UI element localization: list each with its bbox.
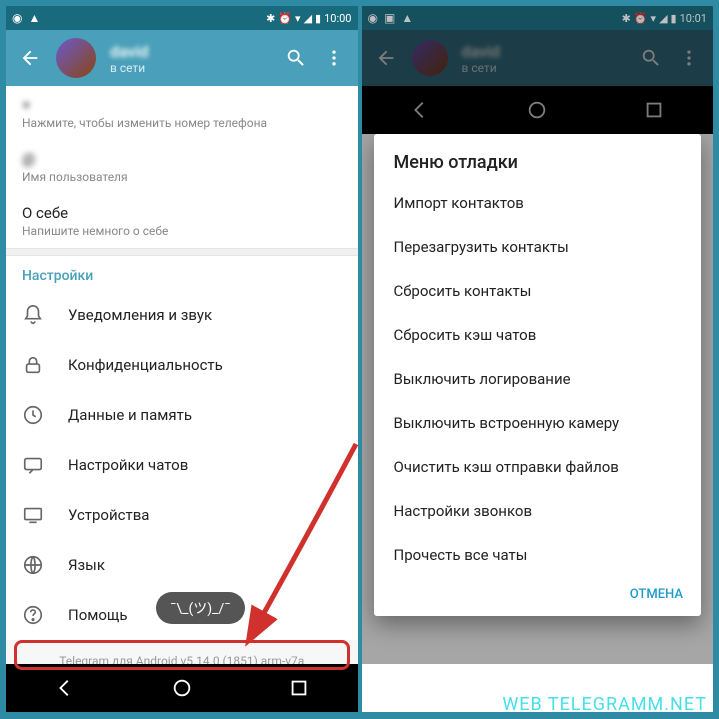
left-phone: ◉ ▲ ✱ ⏰ ▾ ◢ ▮ 10:00 david в сети (6, 6, 358, 712)
chat-icon (22, 454, 44, 476)
settings-devices[interactable]: Устройства (6, 490, 358, 540)
signal-icon: ◢ (304, 12, 312, 25)
settings-chats[interactable]: Настройки чатов (6, 440, 358, 490)
content-area: + Нажмите, чтобы изменить номер телефона… (6, 86, 358, 664)
warning-icon: ▲ (401, 11, 413, 25)
dialog-item-clear-upload[interactable]: Очистить кэш отправки файлов (374, 445, 702, 489)
status-time: 10:00 (324, 12, 351, 25)
nav-home[interactable] (171, 677, 193, 699)
settings-data[interactable]: Данные и память (6, 390, 358, 440)
alarm-icon: ⏰ (278, 12, 292, 25)
battery-icon: ▮ (315, 12, 321, 25)
divider (6, 248, 358, 256)
warning-icon: ▲ (28, 11, 40, 25)
signal-icon: ◢ (659, 12, 667, 25)
wifi-icon: ▾ (295, 12, 301, 25)
tooltip: ¯\_(ツ)_/¯ (156, 592, 245, 624)
app-bar: david в сети (6, 30, 358, 86)
nav-bar (6, 664, 358, 712)
status-bar: ◉ ▲ ✱ ⏰ ▾ ◢ ▮ 10:00 (6, 6, 358, 30)
dialog-item-reload[interactable]: Перезагрузить контакты (374, 225, 702, 269)
image-icon: ▣ (384, 11, 395, 25)
dialog-title: Меню отладки (374, 134, 702, 181)
dialog-item-read-all[interactable]: Прочесть все чаты (374, 533, 702, 577)
right-phone: ◉ ▣ ▲ ✱ ⏰ ▾ ◢ ▮ 10:01 david в сети (362, 6, 714, 712)
data-icon (22, 404, 44, 426)
notification-icon: ◉ (12, 11, 22, 25)
notification-icon: ◉ (368, 11, 378, 25)
highlight-box (14, 640, 350, 670)
dialog-item-disable-camera[interactable]: Выключить встроенную камеру (374, 401, 702, 445)
bluetooth-icon: ✱ (266, 12, 275, 25)
lock-icon (22, 354, 44, 376)
help-icon (22, 604, 44, 626)
battery-icon: ▮ (671, 12, 677, 25)
nav-recent[interactable] (288, 677, 310, 699)
bio-row[interactable]: О себе Напишите немного о себе (6, 194, 358, 248)
dialog-item-disable-logging[interactable]: Выключить логирование (374, 357, 702, 401)
status-time: 10:01 (680, 12, 707, 25)
settings-header: Настройки (6, 256, 358, 290)
dialog-item-reset-cache[interactable]: Сбросить кэш чатов (374, 313, 702, 357)
avatar[interactable] (56, 38, 96, 78)
menu-icon[interactable] (322, 46, 346, 70)
profile-name: david (110, 42, 270, 61)
settings-language[interactable]: Язык (6, 540, 358, 590)
bell-icon (22, 304, 44, 326)
nav-back[interactable] (54, 677, 76, 699)
globe-icon (22, 554, 44, 576)
devices-icon (22, 504, 44, 526)
dialog-item-call-settings[interactable]: Настройки звонков (374, 489, 702, 533)
wifi-icon: ▾ (651, 12, 657, 25)
dialog-item-import[interactable]: Импорт контактов (374, 181, 702, 225)
debug-dialog: Меню отладки Импорт контактов Перезагруз… (374, 134, 702, 616)
bluetooth-icon: ✱ (622, 12, 631, 25)
username-row[interactable]: @ Имя пользователя (6, 140, 358, 194)
dialog-cancel-button[interactable]: ОТМЕНА (374, 577, 702, 612)
alarm-icon: ⏰ (634, 12, 648, 25)
profile-status: в сети (110, 61, 270, 75)
phone-row[interactable]: + Нажмите, чтобы изменить номер телефона (6, 86, 358, 140)
dialog-item-reset-contacts[interactable]: Сбросить контакты (374, 269, 702, 313)
settings-notifications[interactable]: Уведомления и звук (6, 290, 358, 340)
settings-privacy[interactable]: Конфиденциальность (6, 340, 358, 390)
status-bar: ◉ ▣ ▲ ✱ ⏰ ▾ ◢ ▮ 10:01 (362, 6, 714, 30)
watermark: WEB TELEGRAMM.NET (502, 694, 707, 715)
back-button[interactable] (18, 46, 42, 70)
search-icon[interactable] (284, 46, 308, 70)
